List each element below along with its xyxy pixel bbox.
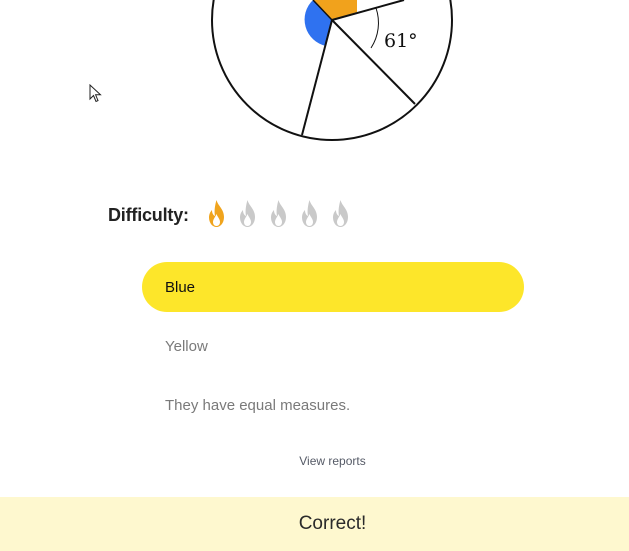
flame-icon-inactive xyxy=(332,200,348,227)
mouse-cursor-icon xyxy=(89,84,102,103)
flame-icon-inactive xyxy=(270,200,286,227)
answer-choice-label: Blue xyxy=(165,278,196,296)
flame-icon-inactive xyxy=(239,200,255,227)
answer-choice-equal[interactable]: They have equal measures. xyxy=(142,380,524,430)
view-reports-link[interactable]: View reports xyxy=(0,454,629,468)
angle-label: 61° xyxy=(384,30,418,52)
circle-angle-figure: 61° xyxy=(211,0,453,141)
answer-choice-blue[interactable]: Blue xyxy=(142,262,524,312)
difficulty-label: Difficulty: xyxy=(108,204,189,225)
difficulty-flames xyxy=(203,199,354,231)
answer-choice-label: Yellow xyxy=(165,337,208,355)
flame-icon-active xyxy=(208,200,224,227)
flame-icon-inactive xyxy=(301,200,317,227)
feedback-banner: Correct! xyxy=(0,497,629,551)
answer-choice-yellow[interactable]: Yellow xyxy=(142,321,524,371)
feedback-message: Correct! xyxy=(298,513,367,534)
answer-choice-label: They have equal measures. xyxy=(165,396,351,414)
difficulty-rating: Difficulty: xyxy=(108,198,354,232)
